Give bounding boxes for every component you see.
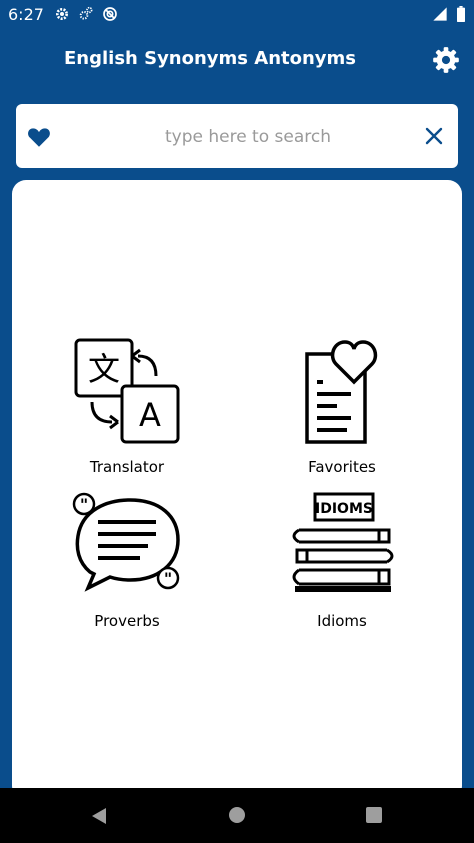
settings-button[interactable]: [432, 46, 460, 74]
app-bar: English Synonyms Antonyms: [0, 30, 474, 90]
translator-label: Translator: [89, 458, 165, 476]
status-icons-left: [54, 6, 118, 22]
data-saver-status-icon: [103, 7, 117, 21]
favorites-icon: [305, 340, 378, 444]
home-button[interactable]: [228, 806, 246, 828]
svg-text:": ": [164, 569, 172, 588]
back-button[interactable]: [90, 806, 108, 830]
idioms-book-label: IDIOMS: [315, 501, 373, 517]
clear-search-button[interactable]: [422, 124, 446, 148]
translator-icon: 文 A: [74, 338, 180, 444]
recents-button[interactable]: [365, 806, 383, 828]
status-icons-right: [432, 6, 466, 22]
gear-icon: [433, 47, 459, 73]
battery-icon: [457, 6, 465, 22]
translator-tile[interactable]: 文 A Translator: [27, 336, 227, 476]
content-card: 文 A Translator Favorites " " Proverbs ID…: [12, 180, 462, 800]
translator-glyph-right: A: [139, 396, 161, 434]
svg-text:": ": [80, 495, 88, 514]
status-bar: 6:27: [0, 0, 474, 30]
settings-status-icon: [56, 8, 68, 20]
recents-square-icon: [366, 807, 382, 823]
favorites-label: Favorites: [308, 458, 376, 476]
idioms-icon: IDIOMS: [292, 492, 394, 592]
search-input[interactable]: [76, 122, 420, 152]
proverbs-label: Proverbs: [94, 612, 160, 630]
heart-icon: [28, 128, 50, 147]
signal-icon: [433, 7, 447, 21]
translator-glyph-left: 文: [88, 350, 120, 388]
status-time: 6:27: [8, 5, 44, 24]
proverbs-icon: " ": [72, 492, 180, 592]
gears-status-icon: [79, 6, 93, 20]
search-bar: [16, 104, 458, 168]
back-triangle-icon: [92, 808, 106, 824]
navigation-bar: [0, 788, 474, 843]
app-title: English Synonyms Antonyms: [63, 48, 357, 69]
proverbs-tile[interactable]: " " Proverbs: [27, 490, 227, 630]
home-circle-icon: [229, 807, 245, 823]
close-icon: [425, 127, 443, 145]
idioms-label: Idioms: [317, 612, 367, 630]
idioms-tile[interactable]: IDIOMS Idioms: [242, 490, 442, 630]
favorites-tile[interactable]: Favorites: [242, 336, 442, 476]
favorite-button[interactable]: [26, 124, 52, 150]
